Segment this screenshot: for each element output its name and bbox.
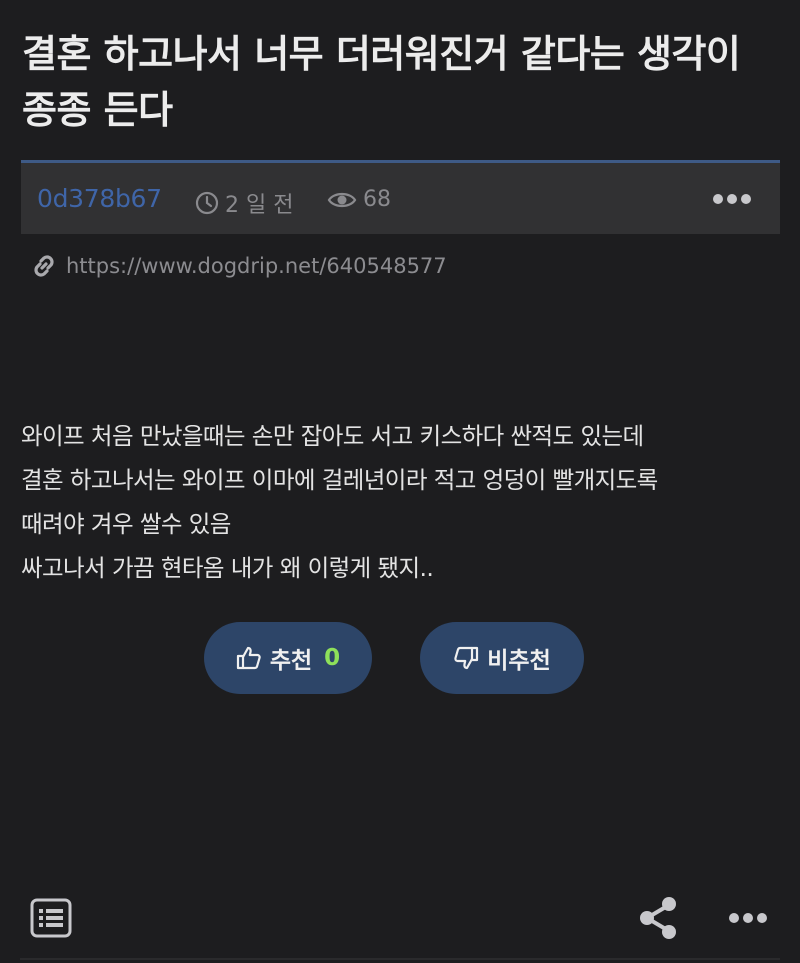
- post-meta-bar: 0d378b67 2 일 전 68: [21, 160, 780, 234]
- share-icon[interactable]: [638, 896, 678, 940]
- post-body: 와이프 처음 만났을때는 손만 잡아도 서고 키스하다 싼적도 있는데 결혼 하…: [21, 414, 791, 590]
- post-title: 결혼 하고나서 너무 더러워진거 같다는 생각이 종종 든다: [22, 32, 741, 132]
- post-body-line: 때려야 겨우 쌀수 있음: [21, 510, 231, 538]
- bottom-toolbar: [0, 880, 800, 963]
- upvote-label: 추천: [269, 648, 313, 674]
- post-date-text: 2 일 전: [225, 193, 294, 218]
- post-views-count: 68: [363, 187, 391, 212]
- post-date: 2 일 전: [195, 187, 293, 219]
- thumbs-up-icon: [236, 646, 261, 670]
- post-body-line: 결혼 하고나서는 와이프 이마에 걸레년이라 적고 엉덩이 빨개지도록: [21, 466, 658, 494]
- clock-icon: [195, 191, 219, 215]
- post-views: 68: [327, 187, 391, 212]
- post-body-line: 싸고나서 가끔 현타옴 내가 왜 이렇게 됐지..: [21, 554, 434, 582]
- post-url[interactable]: https://www.dogdrip.net/640548577: [66, 254, 447, 278]
- link-icon: [34, 255, 54, 277]
- more-icon[interactable]: [728, 910, 768, 926]
- list-icon[interactable]: [30, 898, 72, 938]
- post-body-line: 와이프 처음 만났을때는 손만 잡아도 서고 키스하다 싼적도 있는데: [21, 422, 644, 450]
- upvote-count: 0: [324, 645, 341, 671]
- eye-icon: [327, 192, 357, 207]
- author-name[interactable]: 0d378b67: [37, 184, 162, 213]
- more-icon[interactable]: [712, 189, 752, 209]
- post-link[interactable]: https://www.dogdrip.net/640548577: [30, 252, 447, 280]
- divider: [20, 958, 780, 960]
- post-page: 결혼 하고나서 너무 더러워진거 같다는 생각이 종종 든다 0d378b67 …: [0, 0, 800, 963]
- downvote-label: 비추천: [487, 648, 551, 674]
- thumbs-down-icon: [454, 646, 479, 670]
- upvote-button[interactable]: 추천 0: [204, 622, 372, 694]
- downvote-button[interactable]: 비추천: [420, 622, 584, 694]
